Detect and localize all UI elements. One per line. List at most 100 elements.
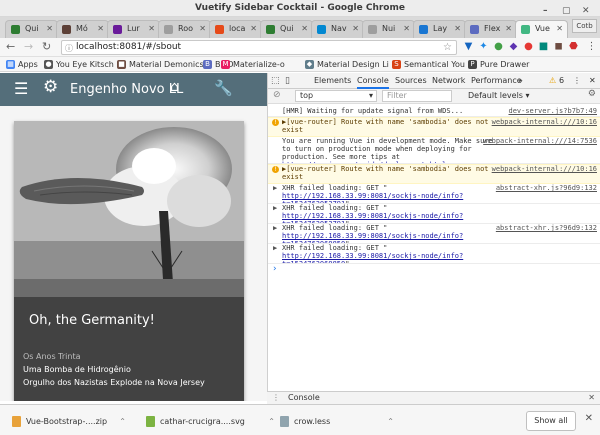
profile-button[interactable]: Cotb — [572, 19, 597, 33]
chrome-menu-icon[interactable]: ⋮ — [586, 41, 597, 52]
devtools-tab-performance[interactable]: Performance — [471, 73, 522, 89]
tab-close-icon[interactable]: ✕ — [148, 21, 155, 37]
message-link[interactable]: http://192.168.33.99:8081/sockjs-node/in… — [282, 192, 463, 203]
clear-console-icon[interactable]: ⊘ — [273, 90, 281, 100]
download-item[interactable]: crow.less ⌃ — [280, 413, 394, 430]
browser-tab[interactable]: Flex ✕ — [464, 20, 517, 38]
info-icon[interactable]: ⓘ — [65, 42, 73, 55]
message-source-link[interactable]: dev-server.js?b7b7:49 — [508, 107, 597, 115]
drawer-menu-icon[interactable]: ⋮ — [272, 392, 280, 404]
home-icon[interactable]: ⌂ — [170, 79, 179, 95]
browser-tab[interactable]: Lay ✕ — [413, 20, 466, 38]
back-icon[interactable]: ← — [6, 40, 15, 54]
download-item[interactable]: cathar-crucigra....svg ⌃ — [146, 413, 275, 430]
devtools-tab-elements[interactable]: Elements — [314, 73, 351, 89]
message-source-link[interactable]: webpack-internal:///14:7536 — [483, 137, 597, 145]
wrench-icon[interactable]: 🔧 — [214, 79, 233, 97]
extension-green-icon[interactable]: ● — [493, 41, 504, 52]
twitter-icon[interactable]: ✦ — [478, 41, 489, 52]
close-downloads-icon[interactable]: ✕ — [585, 413, 593, 424]
message-source-link[interactable]: webpack-internal:///10:16 — [492, 118, 597, 126]
chevron-up-icon[interactable]: ⌃ — [119, 413, 126, 430]
bookmark-item[interactable]: ▦ Apps — [6, 58, 38, 71]
drawer-close-icon[interactable]: ✕ — [588, 392, 595, 404]
chevron-up-icon[interactable]: ⌃ — [268, 413, 275, 430]
extension-abp-icon[interactable]: ⬣ — [568, 41, 579, 52]
browser-tab[interactable]: Vue ✕ — [515, 20, 568, 38]
context-select[interactable]: top ▾ — [295, 90, 377, 102]
address-bar[interactable]: ⓘ localhost:8081/#/sbout ☆ — [61, 40, 457, 55]
inspect-element-icon[interactable]: ⬚ — [271, 73, 280, 89]
download-item[interactable]: Vue-Bootstrap-....zip ⌃ — [12, 413, 126, 430]
device-toolbar-icon[interactable]: ▯ — [285, 73, 290, 89]
devtools-tab-sources[interactable]: Sources — [395, 73, 427, 89]
console-settings-icon[interactable]: ⚙ — [588, 89, 596, 99]
tab-close-icon[interactable]: ✕ — [352, 21, 359, 37]
extension-teal-icon[interactable]: ■ — [538, 41, 549, 52]
browser-tab[interactable]: Lur ✕ — [107, 20, 160, 38]
message-source-link[interactable]: webpack-internal:///10:16 — [492, 165, 597, 173]
more-tabs-icon[interactable]: » — [518, 73, 523, 89]
bookmark-label: Material Demonics — [129, 60, 204, 69]
browser-tab[interactable]: Mó ✕ — [56, 20, 109, 38]
tab-close-icon[interactable]: ✕ — [454, 21, 461, 37]
bookmark-item[interactable]: ◆ Material Design Li — [305, 58, 389, 71]
favicon-icon — [266, 25, 275, 34]
log-levels-select[interactable]: Default levels ▾ — [468, 89, 530, 103]
tab-close-icon[interactable]: ✕ — [199, 21, 206, 37]
drawer-tab-console[interactable]: Console — [288, 392, 320, 404]
devtools-close-icon[interactable]: ✕ — [589, 73, 596, 89]
browser-tab[interactable]: Qui ✕ — [260, 20, 313, 38]
chevron-up-icon[interactable]: ⌃ — [387, 413, 394, 430]
console-prompt[interactable]: › — [272, 265, 277, 274]
bookmark-item[interactable]: S Semantical You — [392, 58, 465, 71]
browser-tab[interactable]: Nui ✕ — [362, 20, 415, 38]
warning-count[interactable]: 6 — [559, 73, 564, 89]
message-link[interactable]: http://192.168.33.99:8081/sockjs-node/in… — [282, 212, 463, 223]
browser-tab[interactable]: Roo ✕ — [158, 20, 211, 38]
devtools-menu-icon[interactable]: ⋮ — [573, 73, 581, 89]
tab-close-icon[interactable]: ✕ — [97, 21, 104, 37]
browser-tab[interactable]: loca ✕ — [209, 20, 262, 38]
devtools-tab-network[interactable]: Network — [432, 73, 465, 89]
expand-triangle-icon[interactable]: ▶ — [273, 244, 277, 252]
message-link[interactable]: http://192.168.33.99:8081/sockjs-node/in… — [282, 232, 463, 243]
extension-purple-icon[interactable]: ◆ — [508, 41, 519, 52]
forward-icon[interactable]: → — [24, 40, 33, 54]
bookmark-item[interactable]: ● You Eye Kitsch — [44, 58, 114, 71]
tab-close-icon[interactable]: ✕ — [556, 21, 563, 37]
message-link[interactable]: http://192.168.33.99:8081/sockjs-node/in… — [282, 252, 463, 263]
expand-triangle-icon[interactable]: ▶ — [273, 204, 277, 212]
bookmark-item[interactable]: P Pure Drawer — [468, 58, 529, 71]
tab-close-icon[interactable]: ✕ — [46, 21, 53, 37]
vue-devtools-icon[interactable]: ▼ — [463, 41, 474, 52]
console-message: [HMR] Waiting for update signal from WDS… — [268, 107, 600, 117]
console-filter-input[interactable]: Filter — [382, 90, 452, 102]
tab-close-icon[interactable]: ✕ — [250, 21, 257, 37]
console-message: ▶ XHR failed loading: GET " http://192.16… — [268, 224, 600, 244]
bookmark-item[interactable]: M Materialize-o — [221, 58, 285, 71]
favicon-icon — [521, 25, 530, 34]
message-source-link[interactable]: abstract-xhr.js?96d9:132 — [496, 184, 597, 192]
browser-tab[interactable]: Nav ✕ — [311, 20, 364, 38]
tab-close-icon[interactable]: ✕ — [403, 21, 410, 37]
bookmark-item[interactable]: ■ Material Demonics — [117, 58, 204, 71]
expand-triangle-icon[interactable]: ▶ — [273, 184, 277, 192]
reload-icon[interactable]: ↻ — [42, 40, 51, 54]
devtools-panel: ⬚ ▯ Elements Console Sources Network Per… — [267, 73, 600, 401]
expand-triangle-icon[interactable]: ▶ — [273, 224, 277, 232]
tab-close-icon[interactable]: ✕ — [505, 21, 512, 37]
extension-brown-icon[interactable]: ◼ — [553, 41, 564, 52]
airship-explosion-photo — [14, 121, 244, 297]
show-all-button[interactable]: Show all — [526, 411, 576, 431]
browser-tab[interactable]: Qui ✕ — [5, 20, 58, 38]
devtools-tab-console[interactable]: Console — [357, 73, 389, 89]
menu-icon[interactable]: ☰ — [14, 79, 28, 98]
tab-label: Mó — [76, 24, 88, 33]
bookmark-star-icon[interactable]: ☆ — [443, 41, 452, 54]
tab-close-icon[interactable]: ✕ — [301, 21, 308, 37]
console-message: ▶ XHR failed loading: GET " http://192.16… — [268, 204, 600, 224]
message-source-link[interactable]: abstract-xhr.js?96d9:132 — [496, 224, 597, 232]
extension-red-icon[interactable]: ● — [523, 41, 534, 52]
favicon-icon — [11, 25, 20, 34]
